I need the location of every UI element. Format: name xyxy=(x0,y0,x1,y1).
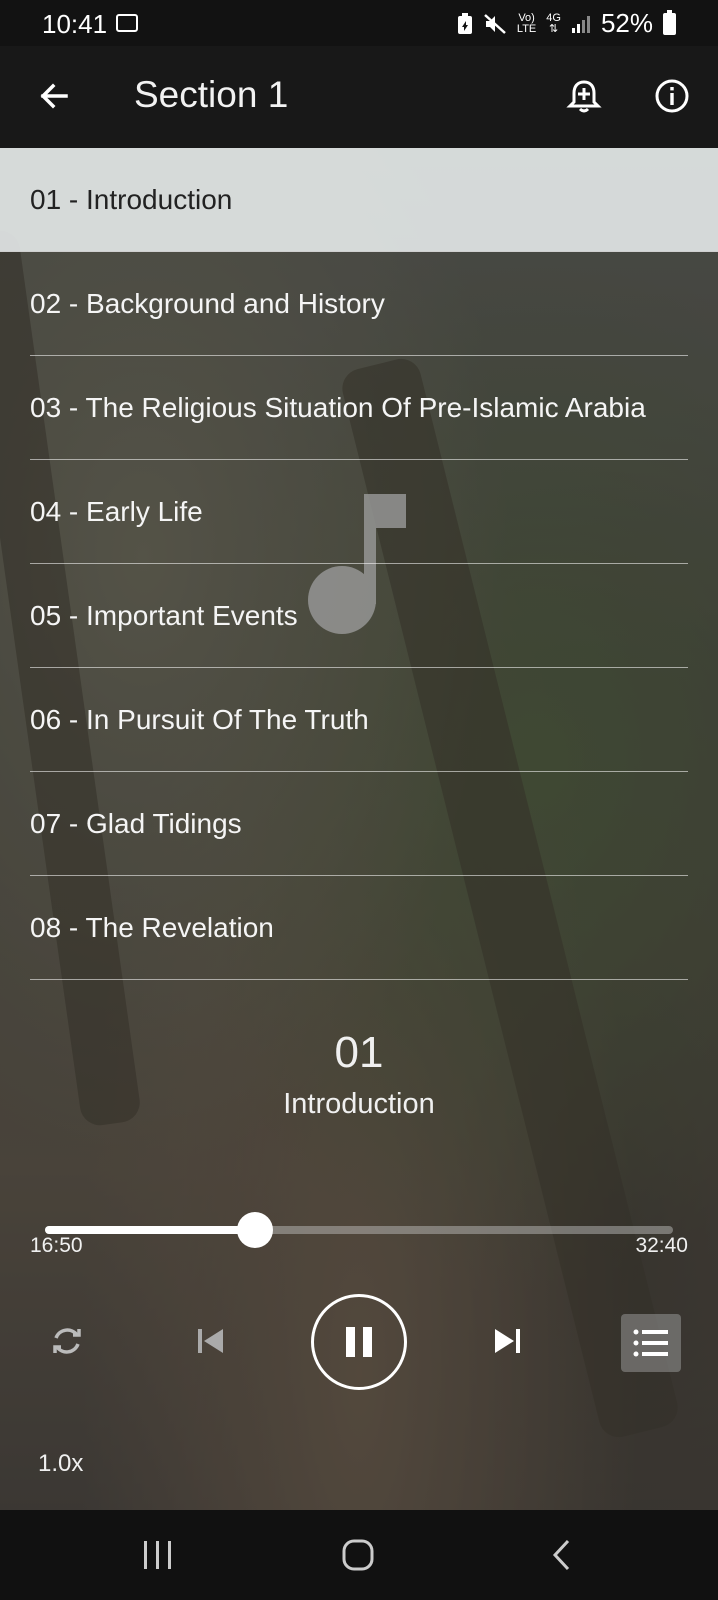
track-label: 02 - Background and History xyxy=(30,288,385,319)
seek-thumb[interactable] xyxy=(237,1212,273,1248)
track-label: 06 - In Pursuit Of The Truth xyxy=(30,704,369,735)
mute-icon xyxy=(484,13,506,34)
track-item-1[interactable]: 01 - Introduction xyxy=(0,148,718,252)
status-time: 10:41 xyxy=(42,9,108,39)
next-button[interactable] xyxy=(484,1318,530,1364)
seek-bar[interactable] xyxy=(45,1210,673,1250)
data-arrows-icon: ⇅ xyxy=(549,22,559,35)
track-item-6[interactable]: 06 - In Pursuit Of The Truth xyxy=(0,668,718,772)
track-item-3[interactable]: 03 - The Religious Situation Of Pre-Isla… xyxy=(0,356,718,460)
now-playing-title: Introduction xyxy=(283,1088,435,1120)
track-item-7[interactable]: 07 - Glad Tidings xyxy=(0,772,718,876)
skip-previous-icon xyxy=(198,1329,223,1353)
gallery-notification-icon xyxy=(116,14,138,32)
previous-button[interactable] xyxy=(188,1318,234,1364)
add-alarm-icon[interactable] xyxy=(564,76,604,116)
divider xyxy=(30,979,688,980)
seek-progress xyxy=(45,1226,255,1234)
back-icon[interactable] xyxy=(548,1538,576,1572)
home-icon[interactable] xyxy=(340,1538,376,1572)
repeat-icon xyxy=(53,1328,81,1354)
track-item-8[interactable]: 08 - The Revelation xyxy=(0,876,718,980)
back-arrow-icon[interactable] xyxy=(34,76,74,116)
track-label: 04 - Early Life xyxy=(30,496,203,527)
track-label: 05 - Important Events xyxy=(30,600,298,631)
volte-top-label: Vo) xyxy=(518,11,535,24)
track-item-5[interactable]: 05 - Important Events xyxy=(0,564,718,668)
pause-button[interactable] xyxy=(311,1294,407,1390)
pause-icon xyxy=(346,1327,372,1357)
battery-percent: 52% xyxy=(600,8,653,38)
elapsed-time: 16:50 xyxy=(30,1234,83,1257)
system-nav-bar xyxy=(0,1510,718,1600)
volte-bottom-label: LTE xyxy=(516,22,537,35)
page-title: Section 1 xyxy=(134,74,289,115)
player-content: 01 - Introduction 02 - Background and Hi… xyxy=(0,148,718,1510)
battery-saver-icon xyxy=(457,12,472,34)
signal-icon xyxy=(571,15,590,33)
app-bar: Section 1 xyxy=(0,46,718,148)
track-item-4[interactable]: 04 - Early Life xyxy=(0,460,718,564)
track-item-2[interactable]: 02 - Background and History xyxy=(0,252,718,356)
track-label: 08 - The Revelation xyxy=(30,912,274,943)
total-time: 32:40 xyxy=(635,1234,688,1257)
volte-indicator: Vo) LTE xyxy=(516,11,537,35)
track-label: 07 - Glad Tidings xyxy=(30,808,242,839)
info-icon[interactable] xyxy=(652,76,692,116)
repeat-button[interactable] xyxy=(44,1318,90,1364)
status-indicators: Vo) LTE 4G ⇅ 52% xyxy=(457,8,676,39)
track-label: 03 - The Religious Situation Of Pre-Isla… xyxy=(30,392,646,423)
list-icon xyxy=(633,1329,668,1357)
now-playing-number: 01 xyxy=(334,1028,384,1077)
data-type-label: 4G xyxy=(546,11,561,24)
recent-apps-icon[interactable] xyxy=(140,1538,176,1572)
status-bar: 10:41 Vo) LTE 4G ⇅ 52% xyxy=(0,0,718,46)
data-indicator: 4G ⇅ xyxy=(546,11,561,35)
playback-speed-button[interactable]: 1.0x xyxy=(38,1450,83,1478)
playlist-button[interactable] xyxy=(621,1314,681,1372)
track-list: 01 - Introduction 02 - Background and Hi… xyxy=(0,148,718,980)
battery-icon xyxy=(663,9,676,35)
playback-controls xyxy=(0,1294,718,1390)
skip-next-icon xyxy=(495,1329,520,1353)
track-label: 01 - Introduction xyxy=(30,184,233,215)
